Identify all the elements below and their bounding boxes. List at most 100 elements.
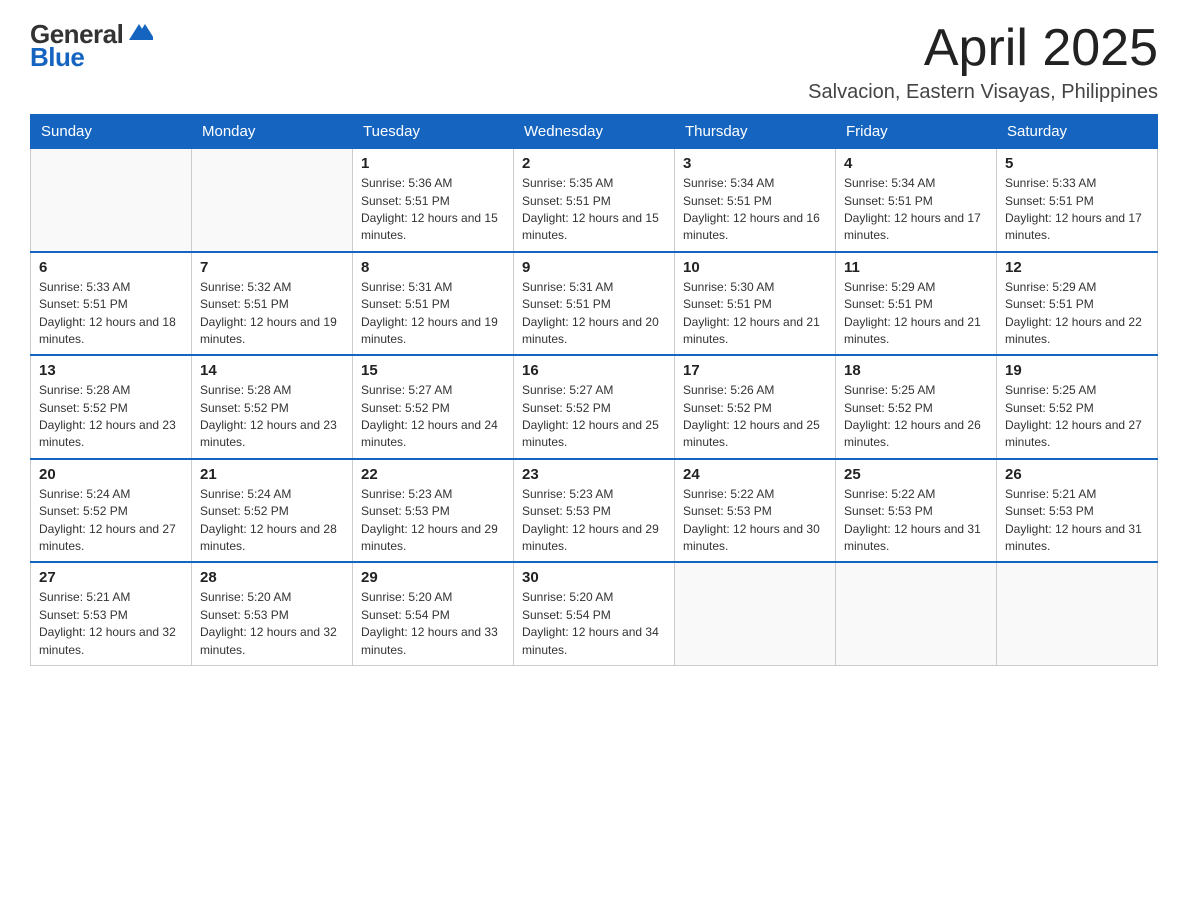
calendar-day-10: 10 Sunrise: 5:30 AMSunset: 5:51 PMDayligh… <box>675 252 836 356</box>
day-info: Sunrise: 5:34 AMSunset: 5:51 PMDaylight:… <box>844 175 988 245</box>
calendar-day-2: 2Sunrise: 5:35 AMSunset: 5:51 PMDaylight… <box>514 149 675 252</box>
day-info: Sunrise: 5:22 AMSunset: 5:53 PMDaylight:… <box>844 486 988 556</box>
calendar-day-14: 14Sunrise: 5:28 AMSunset: 5:52 PMDayligh… <box>192 355 353 459</box>
month-title: April 2025 <box>808 20 1158 77</box>
day-number: 13 <box>39 362 183 379</box>
day-info: Sunrise: 5:33 AMSunset: 5:51 PMDaylight:… <box>39 279 183 349</box>
calendar-day-3: 3 Sunrise: 5:34 AMSunset: 5:51 PMDaylight… <box>675 149 836 252</box>
day-info: Sunrise: 5:27 AMSunset: 5:52 PMDaylight:… <box>522 382 666 452</box>
calendar-day-25: 25 Sunrise: 5:22 AMSunset: 5:53 PMDayligh… <box>836 459 997 563</box>
calendar-day-24: 24 Sunrise: 5:22 AMSunset: 5:53 PMDayligh… <box>675 459 836 563</box>
location-title: Salvacion, Eastern Visayas, Philippines <box>808 81 1158 104</box>
day-number: 11 <box>844 259 988 276</box>
day-number: 9 <box>522 259 666 276</box>
calendar-week-row: 27Sunrise: 5:21 AMSunset: 5:53 PMDayligh… <box>31 562 1158 665</box>
day-number: 5 <box>1005 155 1149 172</box>
day-info: Sunrise: 5:20 AMSunset: 5:54 PMDaylight:… <box>361 589 505 659</box>
calendar-day-27: 27Sunrise: 5:21 AMSunset: 5:53 PMDayligh… <box>31 562 192 665</box>
day-number: 6 <box>39 259 183 276</box>
day-info: Sunrise: 5:23 AMSunset: 5:53 PMDaylight:… <box>522 486 666 556</box>
calendar-empty-cell <box>192 149 353 252</box>
day-info: Sunrise: 5:30 AMSunset: 5:51 PMDaylight:… <box>683 279 827 349</box>
calendar-empty-cell <box>31 149 192 252</box>
calendar: SundayMondayTuesdayWednesdayThursdayFrid… <box>30 114 1158 666</box>
calendar-week-row: 20 Sunrise: 5:24 AMSunset: 5:52 PMDayligh… <box>31 459 1158 563</box>
calendar-empty-cell <box>836 562 997 665</box>
page-header: General Blue April 2025 Salvacion, Easte… <box>30 20 1158 104</box>
day-number: 27 <box>39 569 183 586</box>
calendar-day-6: 6 Sunrise: 5:33 AMSunset: 5:51 PMDaylight… <box>31 252 192 356</box>
day-number: 18 <box>844 362 988 379</box>
day-header-wednesday: Wednesday <box>514 115 675 149</box>
title-block: April 2025 Salvacion, Eastern Visayas, P… <box>808 20 1158 104</box>
logo-icon <box>125 18 153 46</box>
day-number: 25 <box>844 466 988 483</box>
calendar-week-row: 1 Sunrise: 5:36 AMSunset: 5:51 PMDaylight… <box>31 149 1158 252</box>
calendar-header-row: SundayMondayTuesdayWednesdayThursdayFrid… <box>31 115 1158 149</box>
day-header-thursday: Thursday <box>675 115 836 149</box>
calendar-day-23: 23 Sunrise: 5:23 AMSunset: 5:53 PMDayligh… <box>514 459 675 563</box>
day-number: 26 <box>1005 466 1149 483</box>
day-info: Sunrise: 5:28 AMSunset: 5:52 PMDaylight:… <box>39 382 183 452</box>
day-number: 29 <box>361 569 505 586</box>
day-number: 1 <box>361 155 505 172</box>
calendar-day-1: 1 Sunrise: 5:36 AMSunset: 5:51 PMDaylight… <box>353 149 514 252</box>
day-info: Sunrise: 5:36 AMSunset: 5:51 PMDaylight:… <box>361 175 505 245</box>
day-number: 10 <box>683 259 827 276</box>
day-header-saturday: Saturday <box>997 115 1158 149</box>
calendar-day-17: 17 Sunrise: 5:26 AMSunset: 5:52 PMDayligh… <box>675 355 836 459</box>
calendar-day-21: 21Sunrise: 5:24 AMSunset: 5:52 PMDayligh… <box>192 459 353 563</box>
calendar-week-row: 13 Sunrise: 5:28 AMSunset: 5:52 PMDayligh… <box>31 355 1158 459</box>
day-info: Sunrise: 5:32 AMSunset: 5:51 PMDaylight:… <box>200 279 344 349</box>
day-info: Sunrise: 5:24 AMSunset: 5:52 PMDaylight:… <box>39 486 183 556</box>
calendar-day-26: 26Sunrise: 5:21 AMSunset: 5:53 PMDayligh… <box>997 459 1158 563</box>
calendar-day-7: 7 Sunrise: 5:32 AMSunset: 5:51 PMDaylight… <box>192 252 353 356</box>
calendar-day-12: 12 Sunrise: 5:29 AMSunset: 5:51 PMDayligh… <box>997 252 1158 356</box>
calendar-week-row: 6 Sunrise: 5:33 AMSunset: 5:51 PMDaylight… <box>31 252 1158 356</box>
day-info: Sunrise: 5:26 AMSunset: 5:52 PMDaylight:… <box>683 382 827 452</box>
day-header-friday: Friday <box>836 115 997 149</box>
day-info: Sunrise: 5:33 AMSunset: 5:51 PMDaylight:… <box>1005 175 1149 245</box>
day-info: Sunrise: 5:22 AMSunset: 5:53 PMDaylight:… <box>683 486 827 556</box>
day-number: 24 <box>683 466 827 483</box>
day-number: 17 <box>683 362 827 379</box>
calendar-day-4: 4 Sunrise: 5:34 AMSunset: 5:51 PMDaylight… <box>836 149 997 252</box>
calendar-day-8: 8Sunrise: 5:31 AMSunset: 5:51 PMDaylight… <box>353 252 514 356</box>
day-info: Sunrise: 5:34 AMSunset: 5:51 PMDaylight:… <box>683 175 827 245</box>
day-info: Sunrise: 5:25 AMSunset: 5:52 PMDaylight:… <box>1005 382 1149 452</box>
calendar-day-20: 20 Sunrise: 5:24 AMSunset: 5:52 PMDayligh… <box>31 459 192 563</box>
calendar-empty-cell <box>997 562 1158 665</box>
day-info: Sunrise: 5:31 AMSunset: 5:51 PMDaylight:… <box>361 279 505 349</box>
day-info: Sunrise: 5:27 AMSunset: 5:52 PMDaylight:… <box>361 382 505 452</box>
day-info: Sunrise: 5:25 AMSunset: 5:52 PMDaylight:… <box>844 382 988 452</box>
day-number: 2 <box>522 155 666 172</box>
day-number: 28 <box>200 569 344 586</box>
calendar-day-5: 5 Sunrise: 5:33 AMSunset: 5:51 PMDaylight… <box>997 149 1158 252</box>
day-info: Sunrise: 5:29 AMSunset: 5:51 PMDaylight:… <box>1005 279 1149 349</box>
day-number: 30 <box>522 569 666 586</box>
day-number: 3 <box>683 155 827 172</box>
day-number: 12 <box>1005 259 1149 276</box>
day-info: Sunrise: 5:20 AMSunset: 5:53 PMDaylight:… <box>200 589 344 659</box>
calendar-day-28: 28 Sunrise: 5:20 AMSunset: 5:53 PMDayligh… <box>192 562 353 665</box>
day-number: 20 <box>39 466 183 483</box>
calendar-day-13: 13 Sunrise: 5:28 AMSunset: 5:52 PMDayligh… <box>31 355 192 459</box>
day-header-tuesday: Tuesday <box>353 115 514 149</box>
calendar-day-22: 22 Sunrise: 5:23 AMSunset: 5:53 PMDayligh… <box>353 459 514 563</box>
day-number: 14 <box>200 362 344 379</box>
calendar-day-15: 15 Sunrise: 5:27 AMSunset: 5:52 PMDayligh… <box>353 355 514 459</box>
day-number: 22 <box>361 466 505 483</box>
calendar-day-16: 16 Sunrise: 5:27 AMSunset: 5:52 PMDayligh… <box>514 355 675 459</box>
calendar-day-30: 30Sunrise: 5:20 AMSunset: 5:54 PMDayligh… <box>514 562 675 665</box>
calendar-day-11: 11 Sunrise: 5:29 AMSunset: 5:51 PMDayligh… <box>836 252 997 356</box>
calendar-day-18: 18 Sunrise: 5:25 AMSunset: 5:52 PMDayligh… <box>836 355 997 459</box>
day-info: Sunrise: 5:23 AMSunset: 5:53 PMDaylight:… <box>361 486 505 556</box>
day-number: 15 <box>361 362 505 379</box>
day-info: Sunrise: 5:29 AMSunset: 5:51 PMDaylight:… <box>844 279 988 349</box>
day-number: 4 <box>844 155 988 172</box>
day-number: 16 <box>522 362 666 379</box>
day-number: 7 <box>200 259 344 276</box>
calendar-day-29: 29 Sunrise: 5:20 AMSunset: 5:54 PMDayligh… <box>353 562 514 665</box>
day-number: 23 <box>522 466 666 483</box>
day-header-sunday: Sunday <box>31 115 192 149</box>
